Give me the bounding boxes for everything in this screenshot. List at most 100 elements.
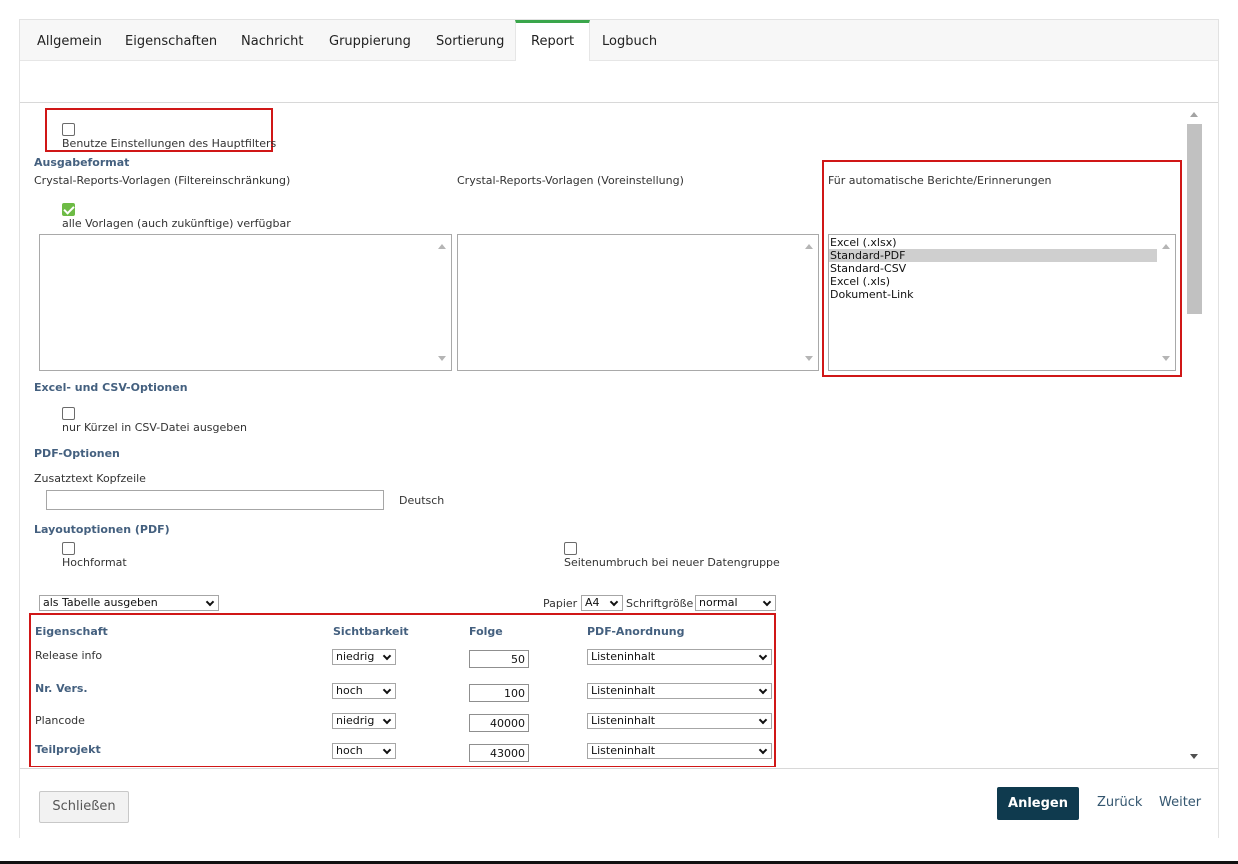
row-property-name: Plancode xyxy=(35,714,85,727)
papier-select-value: A4 xyxy=(585,596,600,609)
chevron-down-icon xyxy=(205,597,215,607)
seitenumbruch-label: Seitenumbruch bei neuer Datengruppe xyxy=(564,556,780,569)
row-visibility-select[interactable]: hoch xyxy=(332,743,396,759)
row-visibility-value: niedrig xyxy=(336,650,375,663)
schrift-select[interactable]: normal xyxy=(695,595,776,611)
row-visibility-value: niedrig xyxy=(336,714,375,727)
chevron-down-icon xyxy=(758,715,768,725)
papier-select[interactable]: A4 xyxy=(581,595,623,611)
scroll-down-icon[interactable] xyxy=(805,356,813,361)
pdf-options-heading: PDF-Optionen xyxy=(34,447,120,460)
chevron-down-icon xyxy=(382,685,392,695)
row-property-name: Release info xyxy=(35,649,103,662)
row-pdf-layout-value: Listeninhalt xyxy=(591,714,656,727)
close-button[interactable]: Schließen xyxy=(39,791,129,823)
kopfzeile-input[interactable] xyxy=(46,490,384,510)
row-pdf-layout-select[interactable]: Listeninhalt xyxy=(587,743,772,759)
chevron-down-icon xyxy=(758,651,768,661)
row-pdf-layout-value: Listeninhalt xyxy=(591,684,656,697)
scroll-up-icon[interactable] xyxy=(1190,112,1198,117)
tab-sortierung[interactable]: Sortierung xyxy=(421,20,519,61)
chevron-down-icon xyxy=(762,597,772,607)
auto-reports-listbox[interactable]: Excel (.xlsx) Standard-PDF Standard-CSV … xyxy=(828,234,1176,371)
tab-bar: Allgemein Eigenschaften Nachricht Gruppi… xyxy=(20,20,1218,62)
chevron-down-icon xyxy=(382,651,392,661)
row-order-input[interactable]: 100 xyxy=(469,684,529,702)
all-templates-checkbox[interactable] xyxy=(62,203,75,216)
ausgabeformat-heading: Ausgabeformat xyxy=(34,156,130,169)
tab-logbuch[interactable]: Logbuch xyxy=(587,20,672,61)
seitenumbruch-checkbox[interactable] xyxy=(564,542,577,555)
chevron-down-icon xyxy=(758,685,768,695)
scrollbar-thumb[interactable] xyxy=(1187,124,1202,314)
row-visibility-select[interactable]: hoch xyxy=(332,683,396,699)
scroll-up-icon[interactable] xyxy=(1162,244,1170,249)
chevron-down-icon xyxy=(758,745,768,755)
crystal-filter-label: Crystal-Reports-Vorlagen (Filtereinschrä… xyxy=(34,174,291,187)
next-link[interactable]: Weiter xyxy=(1159,795,1201,810)
row-visibility-select[interactable]: niedrig xyxy=(332,649,396,665)
col-header-folge: Folge xyxy=(469,625,503,638)
listbox-scrollbar[interactable] xyxy=(434,235,451,370)
col-header-pdf-anordnung: PDF-Anordnung xyxy=(587,625,685,638)
chevron-down-icon xyxy=(382,745,392,755)
scroll-down-icon[interactable] xyxy=(1162,356,1170,361)
layout-heading: Layoutoptionen (PDF) xyxy=(34,523,170,536)
hochformat-checkbox[interactable] xyxy=(62,542,75,555)
crystal-default-listbox[interactable] xyxy=(457,234,819,371)
mainfilter-checkbox[interactable] xyxy=(62,123,75,136)
tab-nachricht[interactable]: Nachricht xyxy=(226,20,319,61)
scroll-up-icon[interactable] xyxy=(438,244,446,249)
scroll-down-icon[interactable] xyxy=(438,356,446,361)
ausgabe-select-value: als Tabelle ausgeben xyxy=(43,596,158,609)
kopfzeile-label: Zusatztext Kopfzeile xyxy=(34,472,146,485)
row-pdf-layout-value: Listeninhalt xyxy=(591,650,656,663)
chevron-down-icon xyxy=(609,597,619,607)
back-link[interactable]: Zurück xyxy=(1097,795,1142,810)
col-header-sichtbarkeit: Sichtbarkeit xyxy=(333,625,409,638)
tab-report[interactable]: Report xyxy=(515,20,591,62)
listbox-scrollbar[interactable] xyxy=(801,235,818,370)
ausgabe-select[interactable]: als Tabelle ausgeben xyxy=(39,595,219,611)
auto-option-xls[interactable]: Excel (.xls) xyxy=(829,275,1157,288)
tab-gruppierung[interactable]: Gruppierung xyxy=(314,20,426,61)
report-settings-panel[interactable]: Benutze Einstellungen des Hauptfilters A… xyxy=(20,104,1218,767)
row-pdf-layout-select[interactable]: Listeninhalt xyxy=(587,683,772,699)
row-visibility-value: hoch xyxy=(336,684,363,697)
crystal-filter-listbox[interactable] xyxy=(39,234,452,371)
auto-option-dokument-link[interactable]: Dokument-Link xyxy=(829,288,1157,301)
papier-label: Papier xyxy=(543,597,578,610)
row-visibility-select[interactable]: niedrig xyxy=(332,713,396,729)
row-pdf-layout-select[interactable]: Listeninhalt xyxy=(587,713,772,729)
row-property-name: Teilprojekt xyxy=(35,743,101,756)
tab-allgemein[interactable]: Allgemein xyxy=(22,20,117,61)
kuerzel-checkbox[interactable] xyxy=(62,407,75,420)
row-order-input[interactable]: 43000 xyxy=(469,744,529,762)
scroll-up-icon[interactable] xyxy=(805,244,813,249)
dialog-footer: Schließen Anlegen Zurück Weiter xyxy=(20,768,1218,838)
listbox-scrollbar[interactable] xyxy=(1158,235,1175,370)
schrift-label: Schriftgröße xyxy=(626,597,694,610)
report-dialog: Allgemein Eigenschaften Nachricht Gruppi… xyxy=(19,19,1219,838)
row-visibility-value: hoch xyxy=(336,744,363,757)
col-header-eigenschaft: Eigenschaft xyxy=(35,625,108,638)
row-pdf-layout-select[interactable]: Listeninhalt xyxy=(587,649,772,665)
row-order-input[interactable]: 40000 xyxy=(469,714,529,732)
create-button[interactable]: Anlegen xyxy=(997,787,1079,820)
all-templates-label: alle Vorlagen (auch zukünftige) verfügba… xyxy=(62,217,291,230)
auto-option-standard-pdf[interactable]: Standard-PDF xyxy=(829,249,1157,262)
tab-eigenschaften[interactable]: Eigenschaften xyxy=(110,20,232,61)
auto-option-xlsx[interactable]: Excel (.xlsx) xyxy=(829,236,1157,249)
toolbar-strip xyxy=(20,61,1218,103)
auto-option-standard-csv[interactable]: Standard-CSV xyxy=(829,262,1157,275)
kopfzeile-language: Deutsch xyxy=(399,494,445,507)
scroll-down-icon[interactable] xyxy=(1190,754,1198,759)
row-property-name: Nr. Vers. xyxy=(35,682,88,695)
content-scrollbar[interactable] xyxy=(1185,104,1204,767)
excel-csv-heading: Excel- und CSV-Optionen xyxy=(34,381,188,394)
row-order-input[interactable]: 50 xyxy=(469,650,529,668)
mainfilter-label: Benutze Einstellungen des Hauptfilters xyxy=(62,137,277,150)
kuerzel-label: nur Kürzel in CSV-Datei ausgeben xyxy=(62,421,248,434)
chevron-down-icon xyxy=(382,715,392,725)
row-pdf-layout-value: Listeninhalt xyxy=(591,744,656,757)
